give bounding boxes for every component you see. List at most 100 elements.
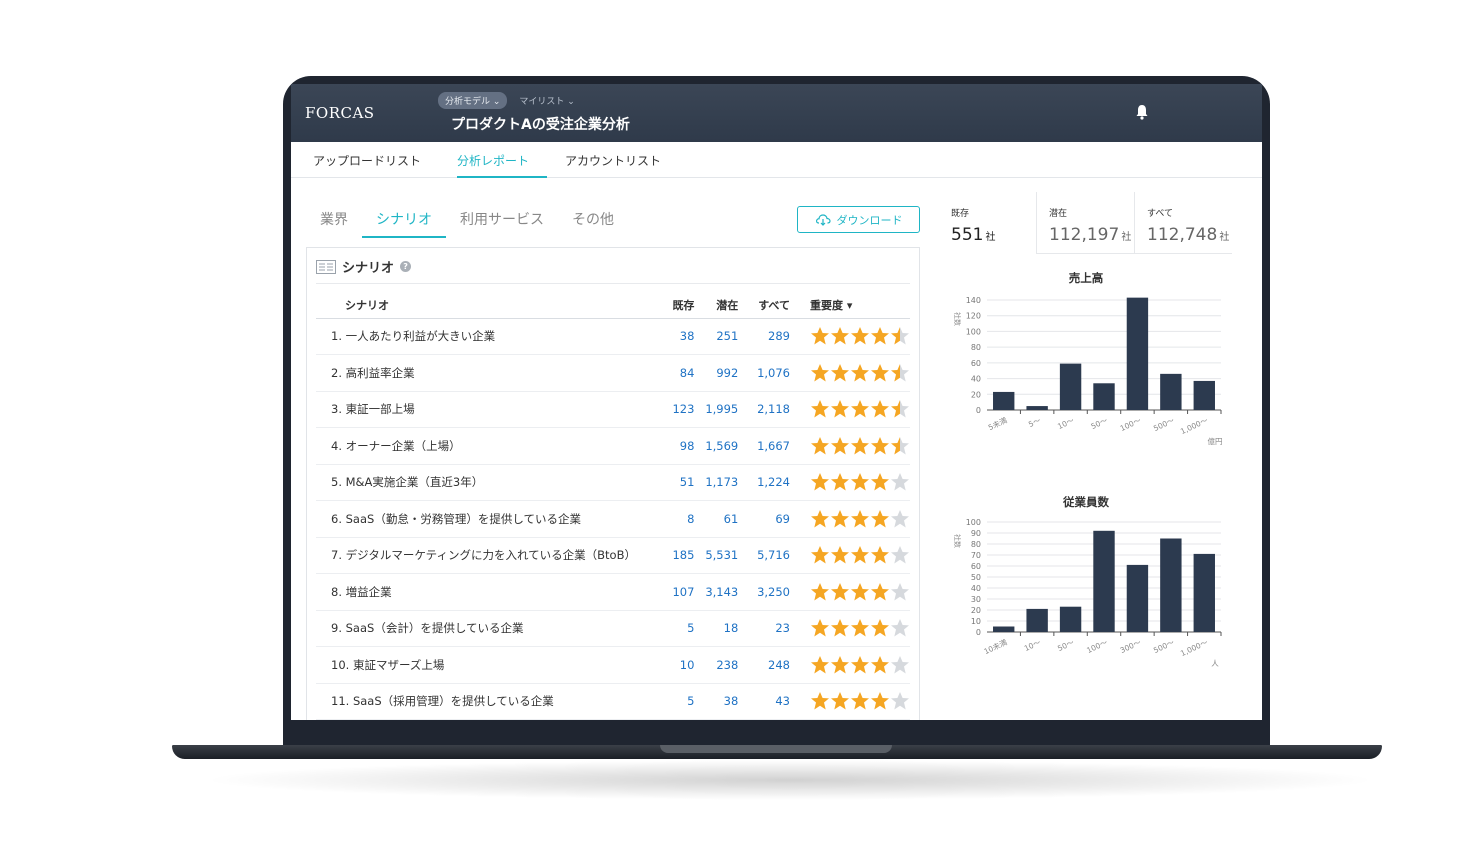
star-icon — [811, 509, 829, 528]
star-icon — [811, 436, 829, 455]
existing-count[interactable]: 5 — [650, 610, 695, 647]
y-tick-label: 70 — [971, 551, 981, 560]
y-tick-label: 100 — [966, 327, 981, 336]
potential-count[interactable]: 1,173 — [694, 464, 739, 501]
all-count[interactable]: 289 — [738, 318, 790, 355]
table-row[interactable]: 4. オーナー企業（上場） 98 1,569 1,667 — [316, 427, 910, 465]
table-row[interactable]: 1. 一人あたり利益が大きい企業 38 251 289 — [316, 318, 910, 355]
all-count[interactable]: 43 — [738, 683, 790, 720]
scenario-name: 5. M&A実施企業（直近3年） — [316, 464, 651, 501]
table-row[interactable]: 7. デジタルマーケティングに力を入れている企業（BtoB） 185 5,531 5,… — [316, 537, 910, 574]
existing-count[interactable]: 10 — [650, 646, 695, 684]
star-icon — [851, 363, 869, 382]
potential-count[interactable]: 18 — [694, 610, 739, 647]
bar — [1093, 530, 1115, 632]
existing-count[interactable]: 107 — [650, 573, 695, 611]
all-count[interactable]: 5,716 — [738, 537, 790, 574]
existing-count[interactable]: 84 — [650, 354, 695, 392]
y-tick-label: 60 — [971, 562, 981, 571]
table-row[interactable]: 11. SaaS（採用管理）を提供している企業 5 38 43 — [316, 683, 910, 720]
existing-count[interactable]: 185 — [650, 537, 695, 574]
star-icon — [811, 327, 829, 345]
potential-count[interactable]: 1,995 — [694, 391, 739, 428]
stat-value-row: 551 社 — [951, 225, 1036, 245]
tab-scenario[interactable]: シナリオ — [362, 204, 446, 238]
existing-count[interactable]: 123 — [650, 391, 695, 428]
subnav-analysis-report[interactable]: 分析レポート — [457, 142, 548, 178]
potential-count[interactable]: 38 — [694, 683, 739, 720]
potential-count[interactable]: 251 — [694, 318, 739, 355]
all-count[interactable]: 1,076 — [738, 354, 790, 392]
table-row[interactable]: 5. M&A実施企業（直近3年） 51 1,173 1,224 — [316, 464, 910, 501]
table-row[interactable]: 2. 高利益率企業 84 992 1,076 — [316, 354, 910, 392]
scenario-name: 6. SaaS（勤怠・労務管理）を提供している企業 — [316, 500, 651, 538]
crumb-analysis-model[interactable]: 分析モデル ⌄ — [438, 92, 508, 109]
star-icon — [811, 363, 829, 382]
potential-count[interactable]: 3,143 — [694, 573, 739, 611]
x-tick-label: 500〜 — [1152, 415, 1176, 433]
star-icon — [871, 400, 889, 418]
stat-all: すべて 112,748 社 — [1134, 192, 1232, 254]
col-header-all[interactable]: すべて — [738, 292, 790, 319]
table-row[interactable]: 3. 東証一部上場 123 1,995 2,118 — [316, 391, 910, 428]
importance-rating — [790, 500, 910, 538]
star-icon — [811, 400, 829, 418]
subnav-upload-list[interactable]: アップロードリスト — [313, 142, 439, 178]
stat-unit: 社 — [985, 232, 996, 243]
help-icon[interactable]: ? — [400, 261, 412, 272]
stat-label: すべて — [1147, 209, 1174, 219]
scenario-name: 4. オーナー企業（上場） — [316, 427, 651, 465]
x-tick-label: 5〜 — [1027, 415, 1042, 429]
all-count[interactable]: 1,667 — [738, 427, 790, 465]
existing-count[interactable]: 98 — [650, 427, 695, 465]
potential-count[interactable]: 238 — [694, 646, 739, 684]
potential-count[interactable]: 1,569 — [694, 427, 739, 465]
scenario-name: 7. デジタルマーケティングに力を入れている企業（BtoB） — [316, 537, 651, 574]
existing-count[interactable]: 5 — [650, 683, 695, 720]
all-count[interactable]: 1,224 — [738, 464, 790, 501]
scenario-name: 1. 一人あたり利益が大きい企業 — [316, 318, 651, 355]
tab-industry[interactable]: 業界 — [306, 204, 362, 238]
existing-count[interactable]: 38 — [650, 318, 695, 355]
existing-count[interactable]: 51 — [650, 464, 695, 501]
all-count[interactable]: 2,118 — [738, 391, 790, 428]
potential-count[interactable]: 61 — [694, 500, 739, 538]
scenario-name: 2. 高利益率企業 — [316, 354, 651, 392]
download-button[interactable]: ダウンロード — [797, 206, 920, 233]
logo[interactable]: FORCAS — [305, 104, 375, 122]
star-icon — [831, 363, 849, 382]
sub-nav: アップロードリスト 分析レポート アカウントリスト — [291, 142, 1262, 178]
star-icon — [871, 473, 889, 491]
table-row[interactable]: 9. SaaS（会計）を提供している企業 5 18 23 — [316, 610, 910, 647]
col-header-importance[interactable]: 重要度 ▾ — [790, 292, 910, 319]
importance-rating — [790, 537, 910, 574]
all-count[interactable]: 23 — [738, 610, 790, 647]
all-count[interactable]: 248 — [738, 646, 790, 684]
col-header-existing[interactable]: 既存 — [650, 292, 695, 319]
subnav-account-list[interactable]: アカウントリスト — [565, 142, 679, 178]
x-tick-label: 50〜 — [1056, 637, 1076, 653]
table-row[interactable]: 8. 増益企業 107 3,143 3,250 — [316, 573, 910, 611]
crumb-my-list[interactable]: マイリスト ⌄ — [519, 92, 574, 109]
star-icon — [891, 582, 909, 601]
potential-count[interactable]: 992 — [694, 354, 739, 392]
scenario-name: 11. SaaS（採用管理）を提供している企業 — [316, 683, 651, 720]
all-count[interactable]: 3,250 — [738, 573, 790, 611]
col-header-potential[interactable]: 潜在 — [694, 292, 739, 319]
star-icon — [891, 327, 909, 345]
star-icon — [831, 619, 849, 637]
tab-services[interactable]: 利用サービス — [446, 204, 558, 238]
table-row[interactable]: 10. 東証マザーズ上場 10 238 248 — [316, 646, 910, 684]
potential-count[interactable]: 5,531 — [694, 537, 739, 574]
bar — [1193, 553, 1215, 632]
all-count[interactable]: 69 — [738, 500, 790, 538]
bell-icon[interactable] — [1135, 104, 1149, 120]
tab-other[interactable]: その他 — [558, 204, 628, 238]
table-row[interactable]: 6. SaaS（勤怠・労務管理）を提供している企業 8 61 69 — [316, 500, 910, 538]
bar — [1059, 363, 1082, 410]
y-tick-label: 40 — [971, 375, 981, 384]
y-axis-label: 社数 — [953, 312, 962, 326]
x-tick-label: 50〜 — [1090, 415, 1110, 431]
existing-count[interactable]: 8 — [650, 500, 695, 538]
star-icon — [851, 436, 869, 455]
